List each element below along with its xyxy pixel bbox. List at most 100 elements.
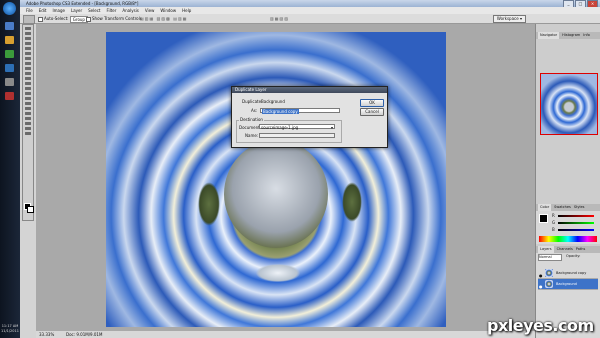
- marquee-tool[interactable]: [25, 32, 31, 35]
- tab-info[interactable]: Info: [583, 32, 590, 39]
- layers-tabs: Layers Channels Paths: [536, 246, 600, 253]
- workspace-button[interactable]: Workspace ▾: [492, 15, 526, 23]
- doc-size-info: Doc: 9.01M/9.01M: [66, 332, 103, 337]
- navigator-thumbnail[interactable]: [540, 73, 598, 135]
- shape-tool[interactable]: [25, 112, 31, 115]
- clone-stamp-tool[interactable]: [25, 67, 31, 70]
- menu-image[interactable]: Image: [52, 7, 65, 14]
- zoom-tool[interactable]: [25, 132, 31, 135]
- show-transform-label: Show Transform Controls: [92, 16, 142, 21]
- magic-wand-tool[interactable]: [25, 42, 31, 45]
- menu-file[interactable]: File: [26, 7, 33, 14]
- hand-tool[interactable]: [25, 127, 31, 130]
- navigator-tabs: Navigator Histogram Info: [536, 32, 600, 39]
- app-icon-2[interactable]: [5, 92, 14, 100]
- right-panels: Navigator Histogram Info Color Swatches …: [535, 24, 600, 338]
- app-icon[interactable]: [5, 78, 14, 86]
- color-tabs: Color Swatches Styles: [536, 204, 600, 211]
- menu-select[interactable]: Select: [88, 7, 100, 14]
- blue-slider[interactable]: [558, 229, 594, 231]
- document-canvas[interactable]: [106, 32, 446, 327]
- path-selection-tool[interactable]: [25, 107, 31, 110]
- eye-icon[interactable]: ●: [539, 282, 543, 289]
- brush-tool[interactable]: [25, 62, 31, 65]
- layer-row[interactable]: ● Background copy: [538, 268, 598, 279]
- show-transform-checkbox[interactable]: [86, 16, 91, 22]
- blend-mode-dropdown[interactable]: Normal: [538, 254, 562, 261]
- window-controls: _ □ ×: [563, 0, 598, 8]
- gradient-tool[interactable]: [25, 82, 31, 85]
- tree-cluster-right: [342, 182, 362, 222]
- name-field[interactable]: [259, 133, 335, 138]
- auto-select-checkbox[interactable]: [38, 16, 43, 22]
- tab-color[interactable]: Color: [538, 204, 552, 211]
- chevron-down-icon: ▾: [330, 125, 333, 130]
- photoshop-icon[interactable]: [5, 64, 14, 72]
- red-slider[interactable]: [558, 215, 594, 217]
- dodge-tool[interactable]: [25, 92, 31, 95]
- distribute-buttons[interactable]: ▥▦▧▨: [270, 14, 289, 23]
- tab-paths[interactable]: Paths: [576, 246, 586, 253]
- tab-histogram[interactable]: Histogram: [562, 32, 580, 39]
- move-tool-icon[interactable]: [23, 15, 35, 24]
- tab-layers[interactable]: Layers: [538, 246, 554, 253]
- menu-edit[interactable]: Edit: [39, 7, 47, 14]
- layer-thumbnail: [545, 269, 553, 277]
- menu-view[interactable]: View: [145, 7, 155, 14]
- menu-help[interactable]: Help: [182, 7, 191, 14]
- eye-icon[interactable]: ●: [539, 271, 543, 278]
- document-label: Document:: [239, 125, 262, 130]
- eraser-tool[interactable]: [25, 77, 31, 80]
- green-slider[interactable]: [558, 222, 594, 224]
- align-buttons[interactable]: ▤▥▦ ▧▨▩ ▤▥▦: [140, 14, 188, 23]
- as-field-value: Background copy: [262, 109, 299, 114]
- tab-navigator[interactable]: Navigator: [538, 32, 560, 39]
- watermark: pxleyes.com: [487, 316, 594, 335]
- ok-button[interactable]: OK: [360, 99, 384, 107]
- tab-channels[interactable]: Channels: [557, 246, 573, 253]
- clock-time: 11:17 AM: [1, 324, 19, 328]
- eyedropper-tool[interactable]: [25, 122, 31, 125]
- zoom-level[interactable]: 33.33%: [39, 331, 54, 338]
- photoshop-window: Adobe Photoshop CS3 Extended - [Backgrou…: [20, 0, 600, 338]
- toolbox: [22, 24, 34, 221]
- crop-tool[interactable]: [25, 47, 31, 50]
- tab-styles[interactable]: Styles: [574, 204, 585, 211]
- type-tool[interactable]: [25, 102, 31, 105]
- menu-bar: File Edit Image Layer Select Filter Anal…: [20, 7, 600, 14]
- background-color-swatch[interactable]: [26, 205, 34, 213]
- menu-layer[interactable]: Layer: [71, 7, 82, 14]
- blur-tool[interactable]: [25, 87, 31, 90]
- folder-icon[interactable]: [5, 36, 14, 44]
- media-icon[interactable]: [5, 50, 14, 58]
- menu-filter[interactable]: Filter: [106, 7, 116, 14]
- window-title: Adobe Photoshop CS3 Extended - [Backgrou…: [26, 1, 139, 6]
- layer-row[interactable]: ● Background: [538, 279, 598, 290]
- ie-icon[interactable]: [5, 22, 14, 30]
- history-brush-tool[interactable]: [25, 72, 31, 75]
- menu-analysis[interactable]: Analysis: [122, 7, 138, 14]
- as-label: As:: [251, 108, 258, 113]
- layer-thumbnail: [545, 280, 553, 288]
- document-value: sourceimage-1.jpg: [261, 125, 299, 130]
- menu-window[interactable]: Window: [160, 7, 176, 14]
- duplicate-layer-dialog: Duplicate Layer Duplicate: Background As…: [231, 86, 388, 148]
- move-tool[interactable]: [25, 27, 31, 30]
- lasso-tool[interactable]: [25, 37, 31, 40]
- snow-patch: [256, 264, 300, 282]
- start-button[interactable]: [3, 2, 16, 15]
- color-fg-swatch[interactable]: [539, 214, 548, 223]
- layer-name: Background copy: [556, 271, 587, 275]
- document-dropdown[interactable]: sourceimage-1.jpg ▾: [259, 124, 335, 130]
- as-field[interactable]: Background copy: [260, 108, 340, 114]
- healing-tool[interactable]: [25, 57, 31, 60]
- slice-tool[interactable]: [25, 52, 31, 55]
- status-bar: 33.33% Doc: 9.01M/9.01M: [36, 331, 536, 338]
- cancel-button[interactable]: Cancel: [360, 108, 384, 116]
- tab-swatches[interactable]: Swatches: [554, 204, 571, 211]
- color-spectrum[interactable]: [539, 236, 597, 242]
- canvas-area: [36, 24, 536, 331]
- auto-select-label: Auto-Select:: [44, 16, 69, 21]
- notes-tool[interactable]: [25, 117, 31, 120]
- pen-tool[interactable]: [25, 97, 31, 100]
